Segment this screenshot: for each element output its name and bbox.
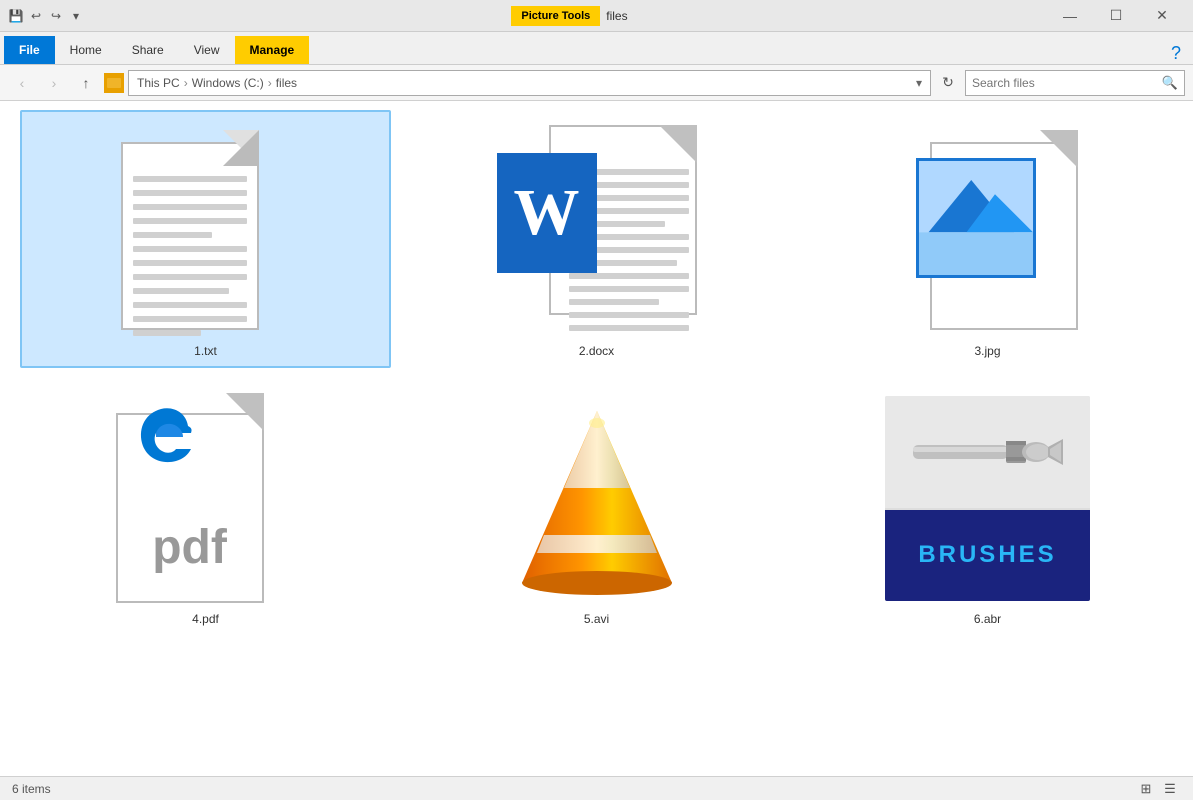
close-button[interactable]: ✕ (1139, 0, 1185, 32)
back-button[interactable]: ‹ (8, 70, 36, 96)
minimize-button[interactable]: — (1047, 0, 1093, 32)
addressbar: ‹ › ↑ This PC › Windows (C:) › files ▾ ↻… (0, 65, 1193, 101)
file-item-docx[interactable]: W 2.docx (411, 110, 782, 368)
undo-icon: ↩ (28, 8, 44, 24)
view-toggle: ⊞ ☰ (1135, 779, 1181, 799)
folder-icon (104, 73, 124, 93)
ribbon: File Home Share View Manage ? (0, 32, 1193, 65)
file-label-txt: 1.txt (194, 344, 217, 358)
save-icon: 💾 (8, 8, 24, 24)
help-icon[interactable]: ? (1171, 43, 1181, 64)
avi-icon (487, 388, 707, 608)
file-label-jpg: 3.jpg (974, 344, 1000, 358)
path-thispc: This PC (137, 76, 180, 90)
address-path: This PC › Windows (C:) › files (137, 76, 297, 90)
ribbon-tabs: File Home Share View Manage ? (0, 32, 1193, 64)
file-label-avi: 5.avi (584, 612, 609, 626)
tab-manage[interactable]: Manage (235, 36, 310, 64)
address-box[interactable]: This PC › Windows (C:) › files ▾ (128, 70, 931, 96)
pdf-icon: pdf (96, 388, 316, 608)
redo-icon: ↪ (48, 8, 64, 24)
file-item-txt[interactable]: 1.txt (20, 110, 391, 368)
file-item-abr[interactable]: BRUSHES 6.abr (802, 378, 1173, 636)
window-controls: — ☐ ✕ (1047, 0, 1185, 32)
view-details[interactable]: ☰ (1159, 779, 1181, 799)
title-center: Picture Tools files (92, 6, 1047, 26)
search-box[interactable]: 🔍 (965, 70, 1185, 96)
dropdown-icon: ▾ (68, 8, 84, 24)
path-drive: Windows (C:) (192, 76, 264, 90)
window-title: files (606, 9, 627, 23)
view-large-icons[interactable]: ⊞ (1135, 779, 1157, 799)
titlebar: 💾 ↩ ↪ ▾ Picture Tools files — ☐ ✕ (0, 0, 1193, 32)
jpg-icon (878, 120, 1098, 340)
file-label-docx: 2.docx (579, 344, 614, 358)
file-item-avi[interactable]: 5.avi (411, 378, 782, 636)
titlebar-icons: 💾 ↩ ↪ ▾ (8, 8, 84, 24)
refresh-button[interactable]: ↻ (935, 70, 961, 96)
tab-share[interactable]: Share (117, 36, 179, 64)
statusbar: 6 items ⊞ ☰ (0, 776, 1193, 800)
forward-button[interactable]: › (40, 70, 68, 96)
file-label-abr: 6.abr (974, 612, 1001, 626)
path-folder: files (276, 76, 297, 90)
file-label-pdf: 4.pdf (192, 612, 219, 626)
tab-view[interactable]: View (179, 36, 235, 64)
file-item-jpg[interactable]: 3.jpg (802, 110, 1173, 368)
address-end: ▾ (916, 76, 922, 90)
file-grid: 1.txt (0, 100, 1193, 776)
file-item-pdf[interactable]: pdf 4.pdf (20, 378, 391, 636)
abr-icon: BRUSHES (878, 388, 1098, 608)
tab-home[interactable]: Home (55, 36, 117, 64)
txt-icon (96, 120, 316, 340)
search-input[interactable] (972, 76, 1158, 90)
docx-icon: W (487, 120, 707, 340)
maximize-button[interactable]: ☐ (1093, 0, 1139, 32)
search-icon: 🔍 (1162, 75, 1178, 91)
status-count: 6 items (12, 782, 51, 796)
dropdown-chevron[interactable]: ▾ (916, 76, 922, 90)
tab-file[interactable]: File (4, 36, 55, 64)
up-button[interactable]: ↑ (72, 70, 100, 96)
picture-tools-badge: Picture Tools (511, 6, 600, 26)
